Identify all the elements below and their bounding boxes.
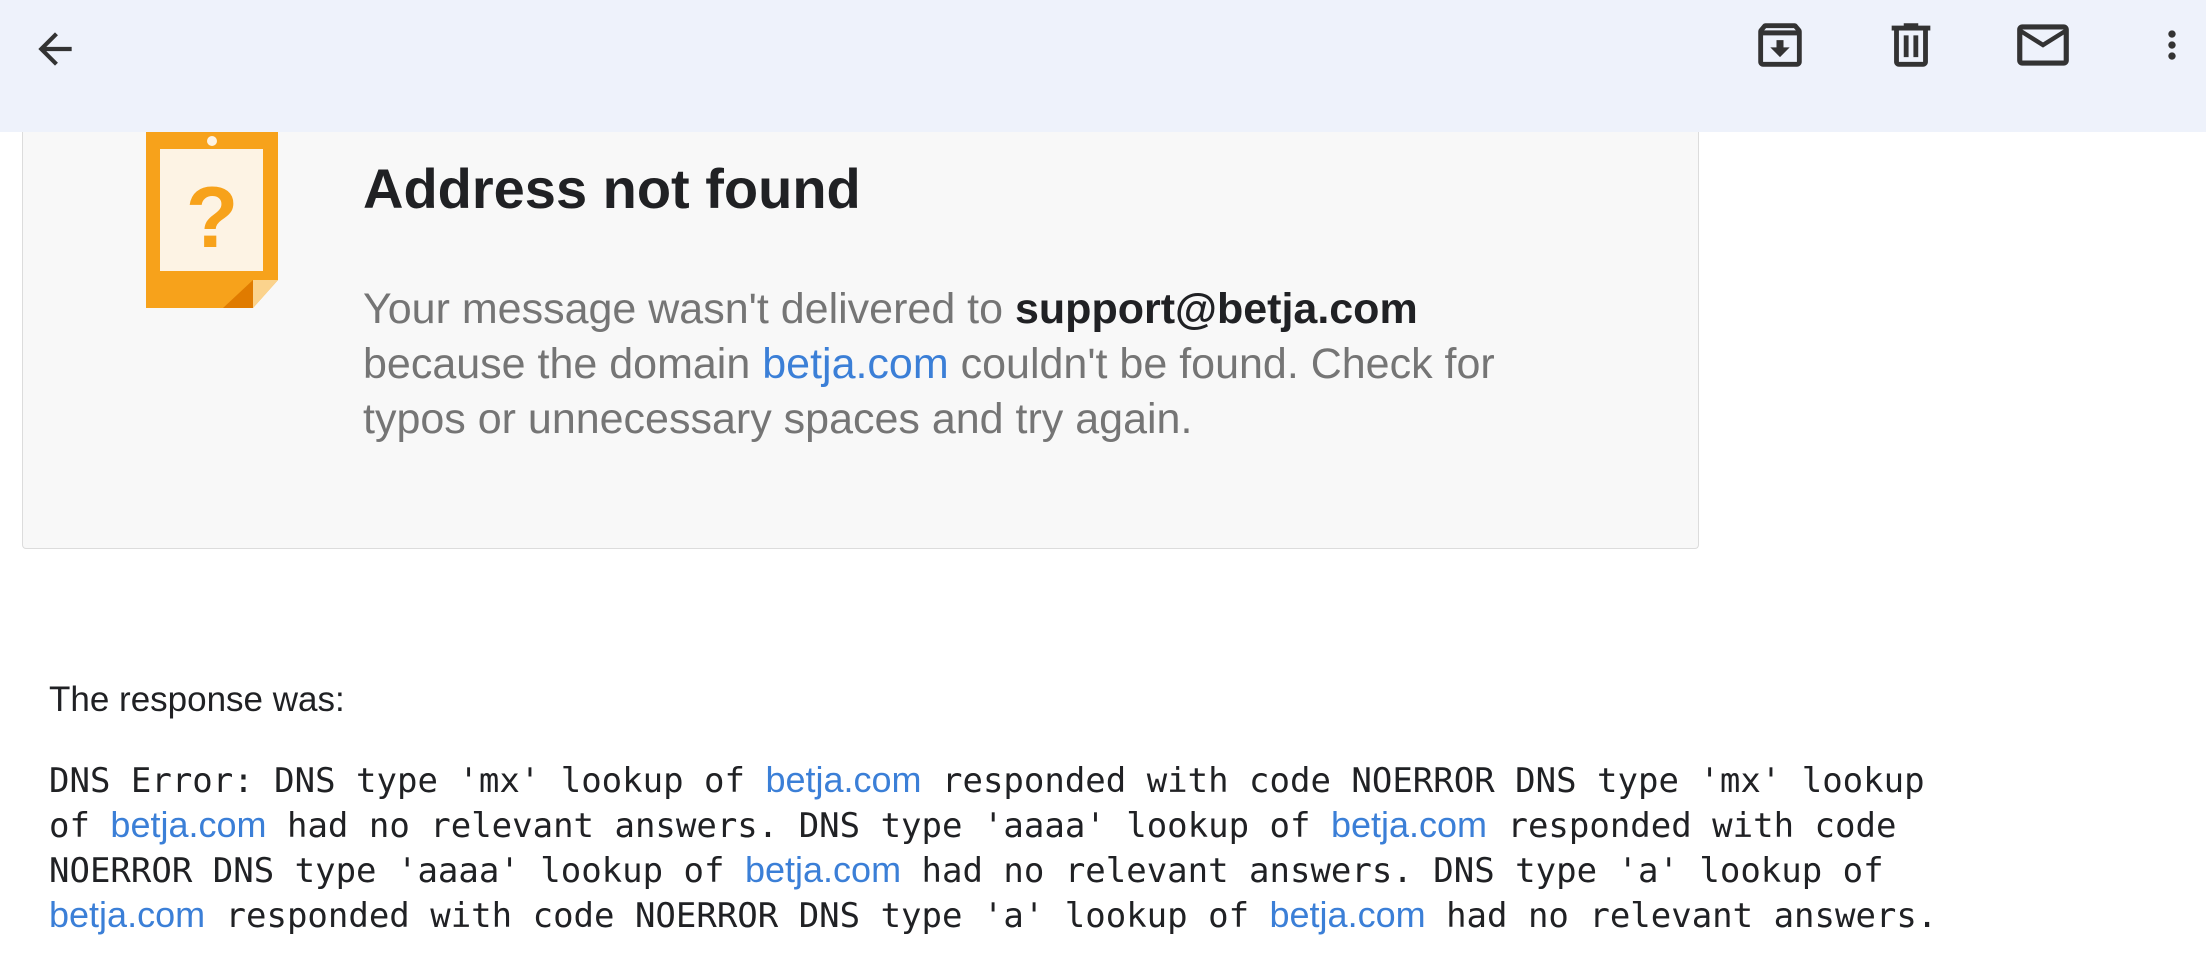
dns-error-text-segment: responded with code NOERROR DNS type 'mx… — [921, 761, 1925, 801]
archive-icon — [1758, 23, 1802, 67]
domain-link[interactable]: betja.com — [110, 804, 266, 845]
archive-button[interactable] — [1745, 10, 1815, 80]
mail-icon — [2017, 24, 2069, 66]
domain-link[interactable]: betja.com — [762, 340, 948, 388]
delete-icon — [1891, 23, 1931, 67]
more-vert-icon — [2168, 30, 2176, 60]
domain-link[interactable]: betja.com — [745, 849, 901, 890]
domain-link[interactable]: betja.com — [1270, 894, 1426, 935]
dns-error-line: of betja.com had no relevant answers. DN… — [49, 803, 2199, 848]
dns-error-line: DNS Error: DNS type 'mx' lookup of betja… — [49, 758, 2199, 803]
domain-link[interactable]: betja.com — [765, 759, 921, 800]
warning-note-icon: ? — [123, 122, 283, 327]
dns-error-text-segment: had no relevant answers. DNS type 'aaaa'… — [266, 806, 1331, 846]
top-toolbar — [0, 0, 2206, 132]
dns-error-text-segment: responded with code NOERROR DNS type 'a'… — [205, 896, 1270, 936]
dns-error-text-segment: DNS Error: DNS type 'mx' lookup of — [49, 761, 766, 801]
dns-error-text-segment: had no relevant answers. — [1425, 896, 1938, 936]
dns-error-text: DNS Error: DNS type 'mx' lookup of betja… — [49, 758, 2199, 938]
dns-error-text-segment: of — [49, 806, 111, 846]
svg-text:?: ? — [186, 170, 239, 266]
domain-link[interactable]: betja.com — [49, 894, 205, 935]
mark-unread-button[interactable] — [2008, 10, 2078, 80]
back-button[interactable] — [20, 14, 90, 84]
more-options-button[interactable] — [2150, 10, 2194, 80]
dns-error-line: betja.com responded with code NOERROR DN… — [49, 893, 2199, 938]
error-message: Your message wasn't delivered to support… — [363, 285, 1495, 443]
dns-error-text-segment: had no relevant answers. DNS type 'a' lo… — [901, 851, 1884, 891]
recipient-address: support@betja.com — [1015, 285, 1418, 333]
page-title: Address not found — [363, 157, 861, 220]
domain-link[interactable]: betja.com — [1331, 804, 1487, 845]
dns-error-text-segment: NOERROR DNS type 'aaaa' lookup of — [49, 851, 745, 891]
delete-button[interactable] — [1876, 10, 1946, 80]
dns-error-text-segment: responded with code — [1487, 806, 1897, 846]
bounce-notice-card: ? Address not found Your message wasn't … — [22, 122, 1699, 549]
response-label: The response was: — [49, 680, 345, 719]
arrow-back-icon — [38, 32, 72, 66]
dns-error-line: NOERROR DNS type 'aaaa' lookup of betja.… — [49, 848, 2199, 893]
